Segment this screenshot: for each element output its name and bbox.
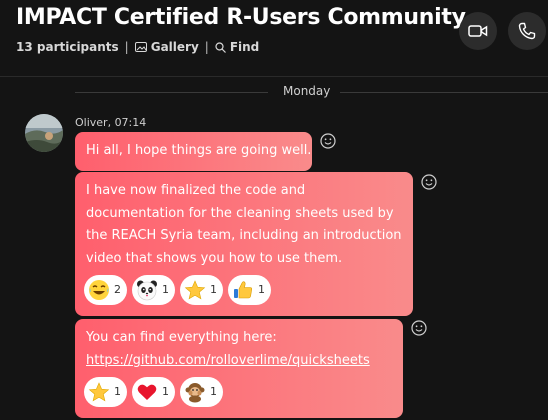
message-text: Hi all, I hope things are going well. — [86, 143, 312, 158]
add-reaction-icon[interactable] — [320, 133, 336, 149]
laugh-emoji-icon — [87, 278, 111, 302]
gallery-label: Gallery — [150, 40, 199, 54]
star-emoji-icon — [183, 278, 207, 302]
find-link[interactable]: Find — [215, 40, 259, 54]
reaction-pill[interactable]: 1 — [132, 275, 175, 305]
monkey-emoji-icon — [183, 380, 207, 404]
video-camera-icon — [468, 25, 488, 37]
audio-call-button[interactable] — [508, 12, 546, 50]
add-reaction-icon[interactable] — [411, 320, 427, 336]
reaction-pill[interactable]: 1 — [180, 275, 223, 305]
day-label: Monday — [283, 84, 331, 98]
add-reaction-icon[interactable] — [421, 174, 437, 190]
gallery-icon — [134, 42, 147, 52]
message-text-prefix: You can find everything here: — [86, 330, 277, 345]
gallery-link[interactable]: Gallery — [134, 40, 199, 54]
video-call-button[interactable] — [459, 12, 497, 50]
star-emoji-icon — [87, 380, 111, 404]
heart-emoji-icon — [135, 380, 159, 404]
chat-subbar: 13 participants | Gallery | Find — [16, 40, 259, 54]
phone-icon — [518, 22, 536, 40]
reaction-row: 1 1 1 — [84, 377, 223, 407]
reaction-pill[interactable]: 1 — [180, 377, 223, 407]
message-bubble[interactable]: You can find everything here: https://gi… — [75, 319, 403, 418]
github-link[interactable]: https://github.com/rolloverlime/quickshe… — [86, 353, 370, 368]
chat-title: IMPACT Certified R-Users Community — [16, 5, 466, 30]
reaction-pill[interactable]: 1 — [228, 275, 271, 305]
message-text: You can find everything here: https://gi… — [86, 327, 398, 372]
find-label: Find — [229, 40, 260, 54]
reaction-count: 1 — [210, 384, 217, 398]
reaction-count: 1 — [258, 282, 265, 296]
message-bubble[interactable]: Hi all, I hope things are going well. — [75, 132, 312, 171]
search-icon — [215, 41, 226, 53]
reaction-count: 1 — [162, 384, 169, 398]
reaction-count: 2 — [114, 282, 121, 296]
reaction-count: 1 — [162, 282, 169, 296]
separator: | — [204, 40, 209, 54]
reaction-pill[interactable]: 1 — [84, 377, 127, 407]
chat-header: IMPACT Certified R-Users Community 13 pa… — [0, 0, 548, 77]
reaction-count: 1 — [210, 282, 217, 296]
reaction-pill[interactable]: 1 — [132, 377, 175, 407]
message-text: I have now finalized the code and docume… — [86, 183, 402, 266]
divider-line — [340, 92, 548, 93]
message-sender-time: Oliver, 07:14 — [75, 116, 147, 129]
separator: | — [124, 40, 129, 54]
day-divider: Monday — [0, 84, 548, 100]
divider-line — [75, 92, 268, 93]
participants-count[interactable]: 13 participants — [16, 40, 119, 54]
avatar[interactable] — [25, 114, 63, 152]
reaction-count: 1 — [114, 384, 121, 398]
thumbs-up-emoji-icon — [231, 278, 255, 302]
message-bubble[interactable]: I have now finalized the code and docume… — [75, 172, 413, 316]
reaction-row: 2 1 1 1 — [84, 275, 271, 305]
panda-emoji-icon — [135, 278, 159, 302]
reaction-pill[interactable]: 2 — [84, 275, 127, 305]
